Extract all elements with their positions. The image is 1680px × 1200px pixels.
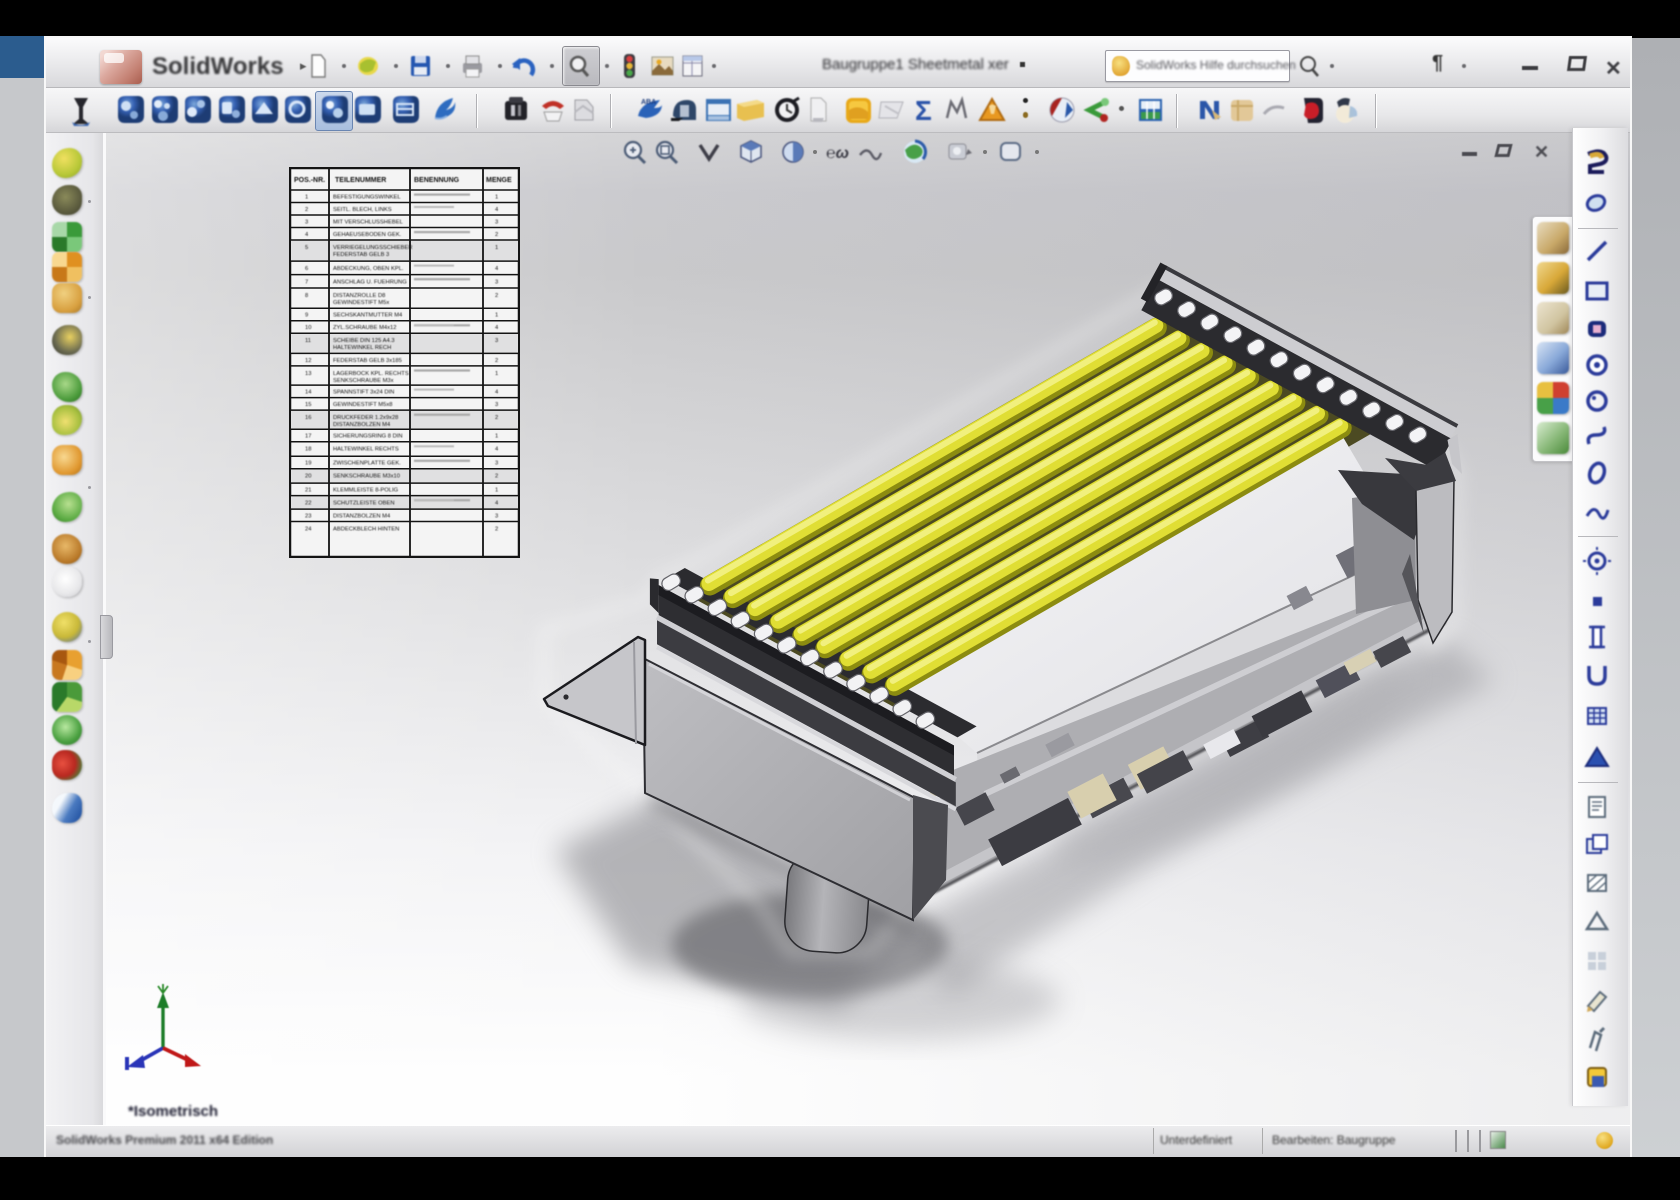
svg-text:15: 15: [305, 402, 311, 408]
svg-text:17: 17: [305, 434, 311, 440]
svg-text:1: 1: [495, 371, 498, 377]
svg-text:ZWISCHENPLATTE GEK.: ZWISCHENPLATTE GEK.: [333, 461, 401, 467]
svg-text:VERRIEGELUNGSSCHIEBER: VERRIEGELUNGSSCHIEBER: [333, 245, 413, 251]
svg-text:2: 2: [495, 474, 498, 480]
svg-text:SEITL. BLECH, LINKS: SEITL. BLECH, LINKS: [333, 207, 392, 213]
svg-text:6: 6: [305, 266, 308, 272]
svg-text:POS.-NR.: POS.-NR.: [294, 177, 325, 184]
svg-text:18: 18: [305, 447, 311, 453]
svg-text:DISTANZROLLE D8: DISTANZROLLE D8: [333, 293, 385, 299]
svg-text:20: 20: [305, 474, 311, 480]
svg-text:SICHERUNGSRING 8 DIN: SICHERUNGSRING 8 DIN: [333, 434, 403, 440]
svg-text:16: 16: [305, 415, 311, 421]
svg-text:3: 3: [305, 219, 308, 225]
svg-text:ABDECKUNG, OBEN KPL.: ABDECKUNG, OBEN KPL.: [333, 266, 404, 272]
svg-text:1: 1: [495, 313, 498, 319]
svg-text:ZYL.SCHRAUBE M4x12: ZYL.SCHRAUBE M4x12: [333, 325, 396, 331]
svg-text:GEHAEUSEBODEN GEK.: GEHAEUSEBODEN GEK.: [333, 232, 402, 238]
svg-text:MIT VERSCHLUSSHEBEL: MIT VERSCHLUSSHEBEL: [333, 219, 404, 225]
svg-text:DISTANZBOLZEN M4: DISTANZBOLZEN M4: [333, 514, 391, 520]
svg-text:3: 3: [495, 219, 498, 225]
svg-text:SENKSCHRAUBE M3x10: SENKSCHRAUBE M3x10: [333, 474, 400, 480]
svg-text:1: 1: [495, 245, 498, 251]
svg-text:SCHEIBE DIN 125 A4.3: SCHEIBE DIN 125 A4.3: [333, 338, 395, 344]
svg-text:SENKSCHRAUBE M3x: SENKSCHRAUBE M3x: [333, 378, 394, 384]
svg-text:KLEMMLEISTE 8-POLIG: KLEMMLEISTE 8-POLIG: [333, 488, 399, 494]
svg-text:11: 11: [305, 338, 311, 344]
svg-text:TEILENUMMER: TEILENUMMER: [335, 177, 386, 184]
svg-text:HALTEWINKEL RECHTS: HALTEWINKEL RECHTS: [333, 447, 399, 453]
svg-text:HALTEWINKEL RECH: HALTEWINKEL RECH: [333, 345, 391, 351]
svg-text:2: 2: [495, 358, 498, 364]
svg-text:1: 1: [495, 194, 498, 200]
svg-text:2: 2: [495, 527, 498, 533]
svg-text:19: 19: [305, 461, 311, 467]
svg-text:GEWINDESTIFT M5x: GEWINDESTIFT M5x: [333, 300, 389, 306]
svg-text:2: 2: [495, 232, 498, 238]
svg-text:DISTANZBOLZEN M4: DISTANZBOLZEN M4: [333, 422, 391, 428]
svg-text:ANSCHLAG U. FUEHRUNG: ANSCHLAG U. FUEHRUNG: [333, 280, 407, 286]
svg-text:13: 13: [305, 371, 311, 377]
svg-text:10: 10: [305, 325, 311, 331]
svg-text:2: 2: [495, 293, 498, 299]
svg-text:3: 3: [495, 461, 498, 467]
svg-text:2: 2: [305, 207, 308, 213]
svg-text:2: 2: [495, 415, 498, 421]
svg-text:ABDECKBLECH HINTEN: ABDECKBLECH HINTEN: [333, 527, 399, 533]
svg-text:1: 1: [305, 194, 308, 200]
svg-text:23: 23: [305, 514, 311, 520]
svg-text:3: 3: [495, 338, 498, 344]
svg-text:22: 22: [305, 501, 311, 507]
svg-text:MENGE: MENGE: [486, 177, 512, 184]
svg-text:SECHSKANTMUTTER M4: SECHSKANTMUTTER M4: [333, 313, 403, 319]
svg-text:DRUCKFEDER 1.2x9x28: DRUCKFEDER 1.2x9x28: [333, 415, 398, 421]
svg-text:12: 12: [305, 358, 311, 364]
svg-text:8: 8: [305, 293, 308, 299]
svg-text:LAGERBOCK KPL. RECHTS: LAGERBOCK KPL. RECHTS: [333, 371, 409, 377]
svg-text:SPANNSTIFT 3x24 DIN: SPANNSTIFT 3x24 DIN: [333, 390, 394, 396]
svg-text:24: 24: [305, 527, 312, 533]
svg-text:FEDERSTAB GELB 3x185: FEDERSTAB GELB 3x185: [333, 358, 402, 364]
svg-text:BEFESTIGUNGSWINKEL: BEFESTIGUNGSWINKEL: [333, 194, 401, 200]
svg-text:BENENNUNG: BENENNUNG: [414, 177, 460, 184]
svg-text:1: 1: [495, 488, 498, 494]
svg-text:21: 21: [305, 488, 311, 494]
svg-text:ABA: ABA: [641, 99, 656, 106]
svg-text:5: 5: [305, 245, 308, 251]
svg-text:3: 3: [495, 402, 498, 408]
svg-text:SCHUTZLEISTE OBEN: SCHUTZLEISTE OBEN: [333, 501, 395, 507]
svg-text:℮ω: ℮ω: [826, 145, 849, 162]
svg-text:FEDERSTAB GELB 3: FEDERSTAB GELB 3: [333, 252, 389, 258]
svg-text:1: 1: [495, 434, 498, 440]
svg-text:3: 3: [495, 514, 498, 520]
svg-text:GEWINDESTIFT M5x8: GEWINDESTIFT M5x8: [333, 402, 392, 408]
svg-text:14: 14: [305, 390, 312, 396]
svg-text:Σ: Σ: [915, 95, 932, 126]
svg-text:3: 3: [495, 280, 498, 286]
svg-text:7: 7: [305, 280, 308, 286]
svg-text:9: 9: [305, 313, 308, 319]
